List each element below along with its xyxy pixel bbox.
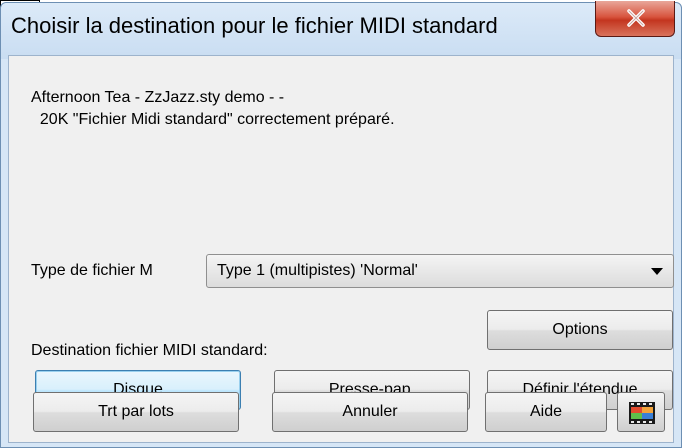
dialog-body: Afternoon Tea - ZzJazz.sty demo - - 20K … <box>8 55 674 443</box>
title-bar[interactable]: Choisir la destination pour le fichier M… <box>1 1 681 59</box>
options-button[interactable]: Options <box>487 310 673 350</box>
message-line-2: 20K "Fichier Midi standard" correctement… <box>31 111 395 128</box>
window-title: Choisir la destination pour le fichier M… <box>11 13 498 38</box>
close-icon <box>627 9 645 27</box>
message-line-1: Afternoon Tea - ZzJazz.sty demo - - <box>31 89 285 106</box>
chevron-down-icon <box>651 268 663 275</box>
destination-label: Destination fichier MIDI standard: <box>31 342 268 359</box>
close-button[interactable] <box>595 1 675 37</box>
batch-button[interactable]: Trt par lots <box>33 392 239 432</box>
film-strip-icon <box>629 402 655 424</box>
dialog-window: Choisir la destination pour le fichier M… <box>0 1 682 448</box>
file-type-value: Type 1 (multipistes) 'Normal' <box>217 262 418 279</box>
file-type-label: Type de fichier M <box>31 262 153 279</box>
file-type-select[interactable]: Type 1 (multipistes) 'Normal' <box>206 254 674 288</box>
film-button[interactable] <box>617 392 665 432</box>
cancel-button[interactable]: Annuler <box>272 392 468 432</box>
help-button[interactable]: Aide <box>485 392 607 432</box>
